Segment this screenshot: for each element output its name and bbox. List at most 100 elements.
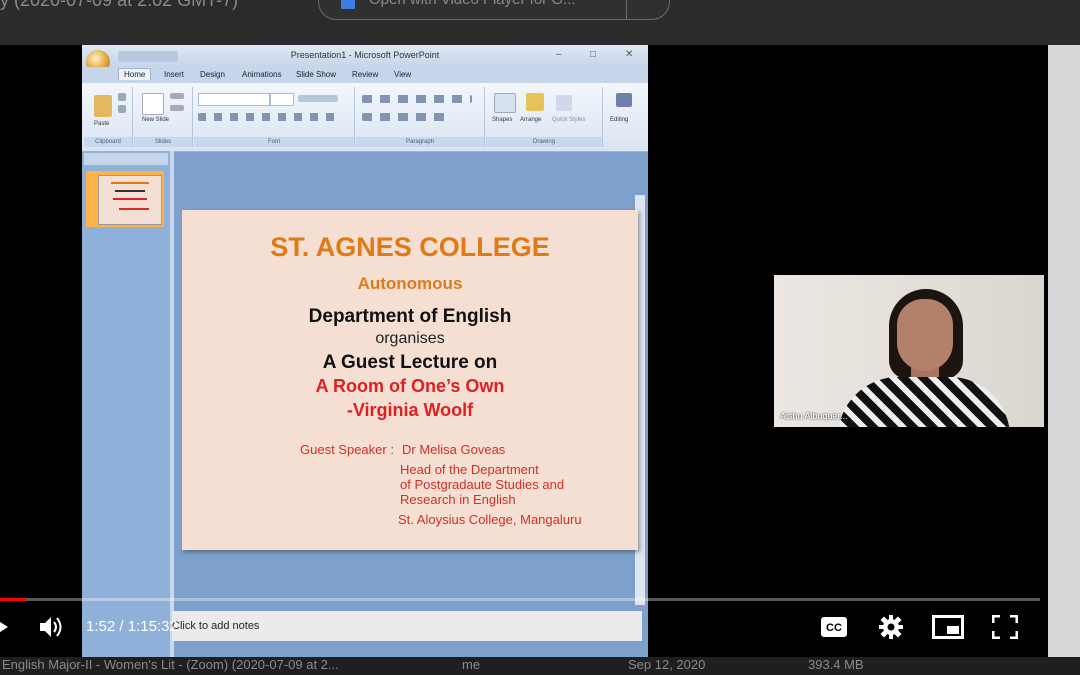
open-with-divider (626, 0, 627, 19)
current-time: 1:52 (86, 618, 116, 635)
arrange-icon[interactable] (526, 93, 544, 111)
reset-icon[interactable] (170, 105, 184, 111)
shapes-label: Shapes (492, 117, 513, 123)
thumb-title-line (111, 182, 149, 184)
slide-canvas: ST. AGNES COLLEGE Autonomous Department … (182, 210, 638, 550)
copy-icon[interactable] (118, 105, 126, 113)
arrange-label: Arrange (520, 117, 542, 123)
paste-label: Paste (94, 121, 110, 127)
lecture-author: -Virginia Woolf (346, 400, 474, 420)
right-page-edge (1048, 45, 1080, 657)
slide-thumbnail-content (98, 175, 162, 225)
quick-styles-label: Quick Styles (552, 117, 586, 123)
drawing-group-label: Drawing (486, 137, 602, 147)
speaker-role-line-2: of Postgradaute Studies and (400, 477, 565, 492)
time-separator: / (115, 618, 128, 635)
organises-label: organises (375, 330, 445, 347)
editing-group: Editing (604, 87, 646, 147)
screen-share-frame: Presentation1 - Microsoft PowerPoint – □… (82, 45, 648, 657)
thumb-topic-line (113, 198, 147, 200)
quick-styles-icon[interactable] (556, 95, 572, 111)
miniplayer-icon[interactable] (932, 615, 964, 639)
slides-group: New Slide Slides (134, 87, 193, 147)
lecture-label: A Guest Lecture on (322, 352, 498, 373)
lecture-topic: A Room of One’s Own (315, 376, 505, 396)
tab-design[interactable]: Design (200, 70, 225, 79)
editing-icon[interactable] (616, 93, 632, 107)
tab-slide-show[interactable]: Slide Show (296, 70, 336, 79)
participant-video: Aishu Albuquer... (774, 275, 1044, 427)
settings-gear-icon[interactable] (878, 614, 904, 640)
ppt-window-title: Presentation1 - Microsoft PowerPoint (290, 50, 440, 60)
time-display: 1:52 / 1:15:32 (86, 618, 178, 635)
file-list-row[interactable]: English Major-II - Women's Lit - (Zoom) … (0, 657, 1080, 675)
paragraph-group: Paragraph (356, 87, 485, 147)
speaker-organisation: St. Aloysius College, Mangaluru (398, 512, 582, 527)
slides-pane (82, 151, 170, 657)
tab-home[interactable]: Home (118, 68, 152, 80)
list-icons[interactable] (362, 95, 472, 103)
layout-icon[interactable] (170, 93, 184, 99)
open-with-label: Open with Video Player for G... (369, 0, 576, 8)
open-with-button[interactable]: Open with Video Player for G... (318, 0, 670, 20)
clipboard-group: Paste Clipboard (84, 87, 133, 147)
browser-topbar: y (2020-07-09 at 2:02 GMT-7) Open with V… (0, 0, 1080, 45)
thumb-text-line (115, 190, 145, 192)
slides-pane-tabs[interactable] (84, 153, 168, 165)
speaker-label: Guest Speaker : (300, 442, 394, 457)
tab-view[interactable]: View (394, 70, 411, 79)
font-format-icons[interactable] (198, 113, 338, 121)
video-progress-fill (0, 598, 26, 601)
tab-review[interactable]: Review (352, 70, 378, 79)
file-size: 393.4 MB (808, 657, 864, 672)
fullscreen-icon[interactable] (992, 615, 1018, 639)
ribbon-tabs: Home Insert Design Animations Slide Show… (82, 67, 648, 83)
pane-splitter[interactable] (170, 151, 174, 657)
thumb-speaker-line (119, 208, 149, 210)
ppt-titlebar: Presentation1 - Microsoft PowerPoint – □… (82, 45, 648, 67)
duration: 1:15:32 (127, 618, 178, 635)
maximize-icon[interactable]: □ (590, 49, 596, 60)
file-date: Sep 12, 2020 (628, 657, 706, 672)
shapes-icon[interactable] (494, 93, 516, 113)
paragraph-group-label: Paragraph (356, 137, 484, 147)
slides-group-label: Slides (134, 137, 192, 147)
speaker-name: Dr Melisa Goveas (402, 442, 506, 457)
speaker-role-line-3: Research in English (400, 492, 516, 507)
font-group: Font (194, 87, 355, 147)
video-progress-bar[interactable] (0, 598, 1040, 601)
slide-thumbnail-1[interactable] (86, 171, 164, 227)
font-group-label: Font (194, 137, 354, 147)
close-icon[interactable]: ✕ (625, 49, 633, 60)
participant-name-label: Aishu Albuquer... (780, 411, 848, 421)
volume-icon[interactable] (40, 616, 64, 638)
font-grow-icons[interactable] (298, 95, 338, 102)
ribbon: Paste Clipboard New Slide Slides Font Pa… (82, 83, 648, 152)
editing-label: Editing (610, 117, 629, 123)
new-slide-label: New Slide (142, 117, 170, 123)
file-title: y (2020-07-09 at 2:02 GMT-7) (0, 0, 239, 10)
minimize-icon[interactable]: – (556, 49, 562, 60)
align-icons[interactable] (362, 113, 452, 121)
college-name: ST. AGNES COLLEGE (270, 232, 550, 262)
autonomous-label: Autonomous (357, 274, 463, 293)
tab-animations[interactable]: Animations (242, 70, 282, 79)
speaker-role-line-1: Head of the Department (400, 462, 539, 477)
svg-text:CC: CC (826, 622, 842, 634)
participant-face (897, 299, 953, 371)
player-controls: 1:52 / 1:15:32 CC (0, 604, 1048, 652)
new-slide-icon[interactable] (142, 93, 164, 115)
clipboard-group-label: Clipboard (84, 137, 132, 147)
tab-insert[interactable]: Insert (164, 70, 184, 79)
video-player-icon (341, 0, 355, 9)
department-name: Department of English (308, 306, 512, 327)
cut-icon[interactable] (118, 93, 126, 101)
captions-icon[interactable]: CC (820, 616, 848, 638)
paste-icon[interactable] (94, 95, 112, 117)
file-name: English Major-II - Women's Lit - (Zoom) … (2, 657, 339, 672)
play-icon[interactable] (0, 618, 8, 636)
font-size-box[interactable] (270, 93, 294, 106)
file-owner: me (462, 657, 481, 672)
font-name-box[interactable] (198, 93, 270, 106)
drawing-group: Shapes Arrange Quick Styles Drawing (486, 87, 603, 147)
